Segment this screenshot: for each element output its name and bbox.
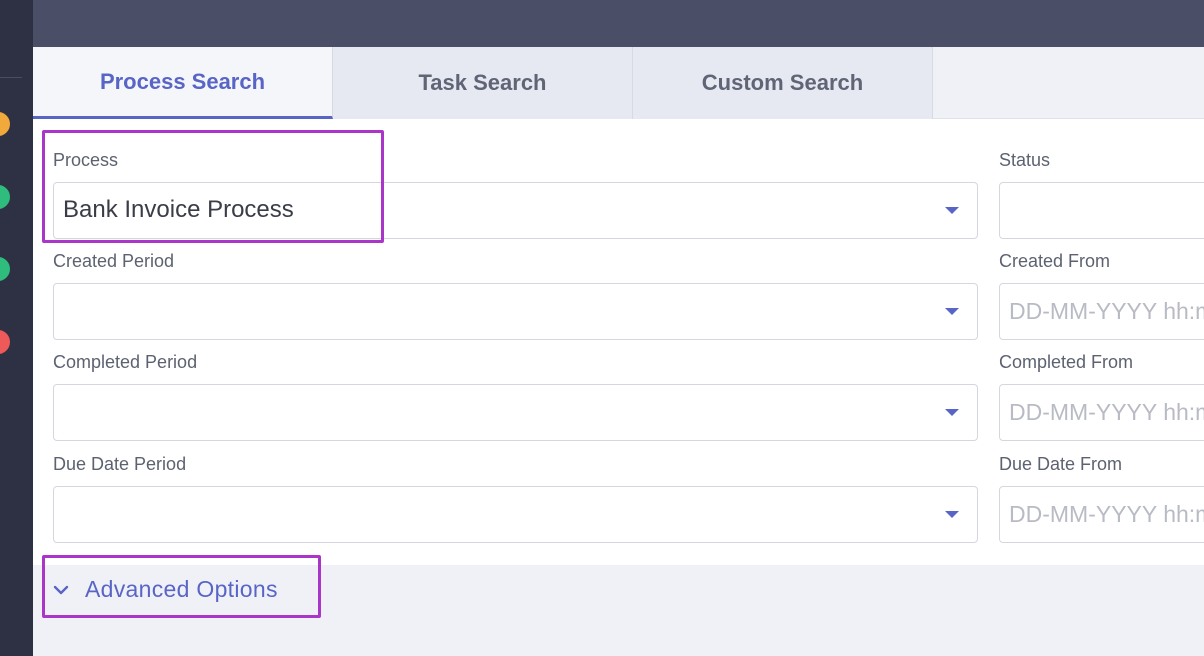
- due-date-from-label: Due Date From: [999, 454, 1123, 474]
- top-bar: [33, 0, 1204, 47]
- due-date-period-select[interactable]: [53, 486, 978, 543]
- orange-status-dot-icon[interactable]: [0, 112, 10, 136]
- chevron-down-icon: [53, 585, 69, 594]
- completed-from-placeholder: DD-MM-YYYY hh:mm: [1009, 399, 1204, 425]
- red-status-dot-icon[interactable]: [0, 330, 10, 354]
- tab-custom-search[interactable]: Custom Search: [633, 47, 933, 119]
- created-from-label: Created From: [999, 251, 1111, 271]
- status-select[interactable]: [999, 182, 1204, 239]
- tab-task-search[interactable]: Task Search: [333, 47, 633, 119]
- green-status-dot-icon[interactable]: [0, 257, 10, 281]
- due-date-from-placeholder: DD-MM-YYYY hh:mm: [1009, 501, 1204, 527]
- completed-from-label: Completed From: [999, 352, 1134, 372]
- created-period-label: Created Period: [53, 251, 175, 271]
- left-sidebar: [0, 0, 33, 656]
- completed-from-input[interactable]: DD-MM-YYYY hh:mm: [999, 384, 1204, 441]
- due-date-from-input[interactable]: DD-MM-YYYY hh:mm: [999, 486, 1204, 543]
- caret-down-icon: [945, 409, 959, 416]
- completed-period-select[interactable]: [53, 384, 978, 441]
- created-from-placeholder: DD-MM-YYYY hh:mm: [1009, 298, 1204, 324]
- sidebar-divider: [0, 77, 22, 78]
- created-from-input[interactable]: DD-MM-YYYY hh:mm: [999, 283, 1204, 340]
- caret-down-icon: [945, 207, 959, 214]
- search-tabs: Process Search Task Search Custom Search: [33, 47, 1204, 119]
- process-select[interactable]: Bank Invoice Process: [53, 182, 978, 239]
- caret-down-icon: [945, 308, 959, 315]
- created-period-select[interactable]: [53, 283, 978, 340]
- process-select-value: Bank Invoice Process: [63, 196, 294, 223]
- caret-down-icon: [945, 511, 959, 518]
- advanced-options-label: Advanced Options: [85, 576, 278, 602]
- tab-process-search[interactable]: Process Search: [33, 47, 333, 119]
- advanced-options-toggle[interactable]: Advanced Options: [52, 576, 278, 603]
- status-label: Status: [999, 150, 1051, 170]
- due-date-period-label: Due Date Period: [53, 454, 187, 474]
- green-status-dot-icon[interactable]: [0, 185, 10, 209]
- process-label: Process: [53, 150, 119, 170]
- completed-period-label: Completed Period: [53, 352, 198, 372]
